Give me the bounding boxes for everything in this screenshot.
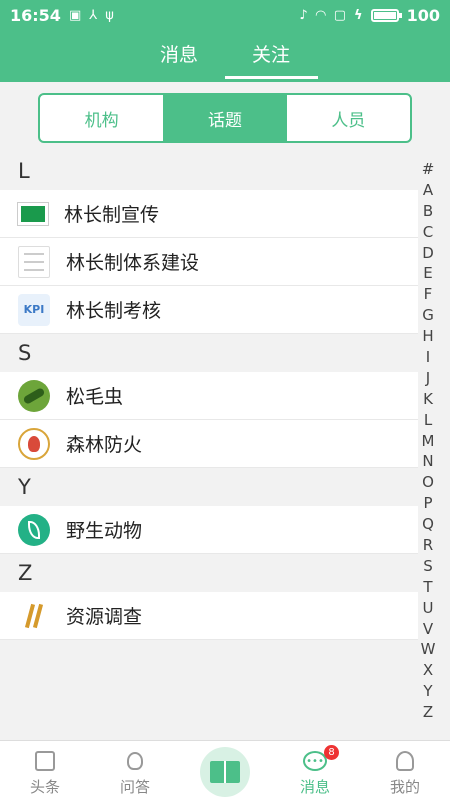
headlines-icon	[35, 751, 55, 771]
list-item-label: 林长制考核	[66, 300, 162, 322]
list-item-label: 林长制宣传	[64, 204, 160, 226]
list-item[interactable]: 森林防火	[0, 420, 418, 468]
document-icon	[18, 245, 50, 278]
segment-control: 机构 话题 人员	[38, 93, 412, 143]
battery-icon	[370, 8, 402, 22]
active-tab-indicator	[225, 76, 318, 79]
tab-following[interactable]: 关注	[252, 40, 290, 67]
section-header-l: L	[0, 152, 418, 190]
index-letter[interactable]: Y	[423, 681, 432, 702]
list-item[interactable]: KPI 林长制考核	[0, 286, 418, 334]
nav-label: 头条	[29, 778, 60, 796]
index-letter[interactable]: K	[423, 389, 433, 410]
nav-headlines[interactable]: 头条	[10, 749, 80, 797]
mute-icon: ♪	[299, 7, 308, 23]
list-item-label: 林长制体系建设	[66, 252, 200, 274]
index-letter[interactable]: A	[423, 180, 433, 201]
section-header-y: Y	[0, 468, 418, 506]
index-letter[interactable]: L	[424, 410, 432, 431]
index-letter[interactable]: T	[423, 577, 432, 598]
status-bar: 16:54 ▣ ⅄ ψ ♪ ◠ ▢ ϟ 100	[0, 0, 450, 30]
center-book-button[interactable]	[200, 747, 250, 797]
index-letter[interactable]: X	[423, 660, 433, 681]
index-letter[interactable]: D	[422, 243, 434, 264]
nav-messages[interactable]: ••• 8 消息	[280, 745, 350, 797]
index-letter[interactable]: B	[423, 201, 433, 222]
list-item-label: 野生动物	[66, 520, 143, 542]
index-letter[interactable]: #	[422, 159, 435, 180]
topic-list: L 林长制宣传 林长制体系建设 KPI 林长制考核 S 松毛虫 森林防火 Y 野…	[0, 152, 418, 640]
index-letter[interactable]: Z	[423, 702, 433, 723]
index-letter[interactable]: V	[423, 619, 433, 640]
index-letter[interactable]: N	[422, 451, 433, 472]
list-item[interactable]: 林长制体系建设	[0, 238, 418, 286]
list-item[interactable]: 野生动物	[0, 506, 418, 554]
index-letter[interactable]: O	[422, 472, 434, 493]
nav-mine[interactable]: 我的	[370, 749, 440, 797]
index-letter[interactable]: C	[423, 222, 433, 243]
index-letter[interactable]: M	[422, 431, 435, 452]
index-letter[interactable]: F	[424, 284, 433, 305]
nav-qa[interactable]: 问答	[100, 749, 170, 797]
index-letter[interactable]: Q	[422, 514, 434, 535]
index-letter[interactable]: P	[423, 493, 432, 514]
segment-people[interactable]: 人员	[287, 95, 410, 141]
alphabet-index[interactable]: # A B C D E F G H I J K L M N O P Q R S T U V W X Y Z	[418, 159, 438, 723]
caterpillar-icon	[18, 379, 50, 412]
list-item[interactable]: 林长制宣传	[0, 190, 418, 238]
nav-label: 我的	[389, 778, 420, 796]
person-icon	[396, 751, 414, 771]
sim-icon: ▢	[333, 7, 347, 23]
tab-messages[interactable]: 消息	[160, 40, 198, 67]
usb-icon: ψ	[105, 7, 114, 23]
segment-topics[interactable]: 话题	[163, 95, 287, 141]
index-letter[interactable]: R	[423, 535, 433, 556]
index-letter[interactable]: J	[426, 368, 430, 389]
nav-label: 问答	[119, 778, 150, 796]
survey-icon	[18, 599, 50, 632]
fire-emblem-icon	[18, 427, 50, 460]
leaf-icon	[18, 513, 50, 546]
battery-percent: 100	[406, 5, 440, 25]
wifi-icon: ◠	[315, 7, 326, 23]
list-item-label: 森林防火	[66, 434, 143, 456]
network-share-icon: ⅄	[89, 7, 98, 23]
list-item[interactable]: 松毛虫	[0, 372, 418, 420]
unread-badge: 8	[324, 745, 339, 760]
list-item-label: 松毛虫	[66, 386, 124, 408]
bottom-nav: 头条 问答 ••• 8 消息 我的	[0, 740, 450, 800]
notification-icon: ▣	[68, 7, 82, 23]
list-item-label: 资源调查	[66, 606, 143, 628]
top-tabs: 消息 关注	[0, 34, 450, 82]
section-header-s: S	[0, 334, 418, 372]
index-letter[interactable]: E	[423, 263, 432, 284]
index-letter[interactable]: W	[421, 639, 436, 660]
green-board-icon	[18, 202, 48, 225]
kpi-icon: KPI	[18, 293, 50, 326]
section-header-z: Z	[0, 554, 418, 592]
nav-label: 消息	[299, 778, 330, 796]
index-letter[interactable]: U	[423, 598, 434, 619]
header: 16:54 ▣ ⅄ ψ ♪ ◠ ▢ ϟ 100 消息 关注	[0, 0, 450, 82]
status-time: 16:54	[10, 5, 61, 25]
lightbulb-icon	[127, 752, 143, 770]
index-letter[interactable]: G	[422, 305, 434, 326]
index-letter[interactable]: I	[426, 347, 430, 368]
index-letter[interactable]: S	[423, 556, 433, 577]
book-icon	[210, 761, 240, 783]
list-item[interactable]: 资源调查	[0, 592, 418, 640]
index-letter[interactable]: H	[422, 326, 433, 347]
segment-organizations[interactable]: 机构	[40, 95, 163, 141]
charging-icon: ϟ	[354, 7, 363, 23]
